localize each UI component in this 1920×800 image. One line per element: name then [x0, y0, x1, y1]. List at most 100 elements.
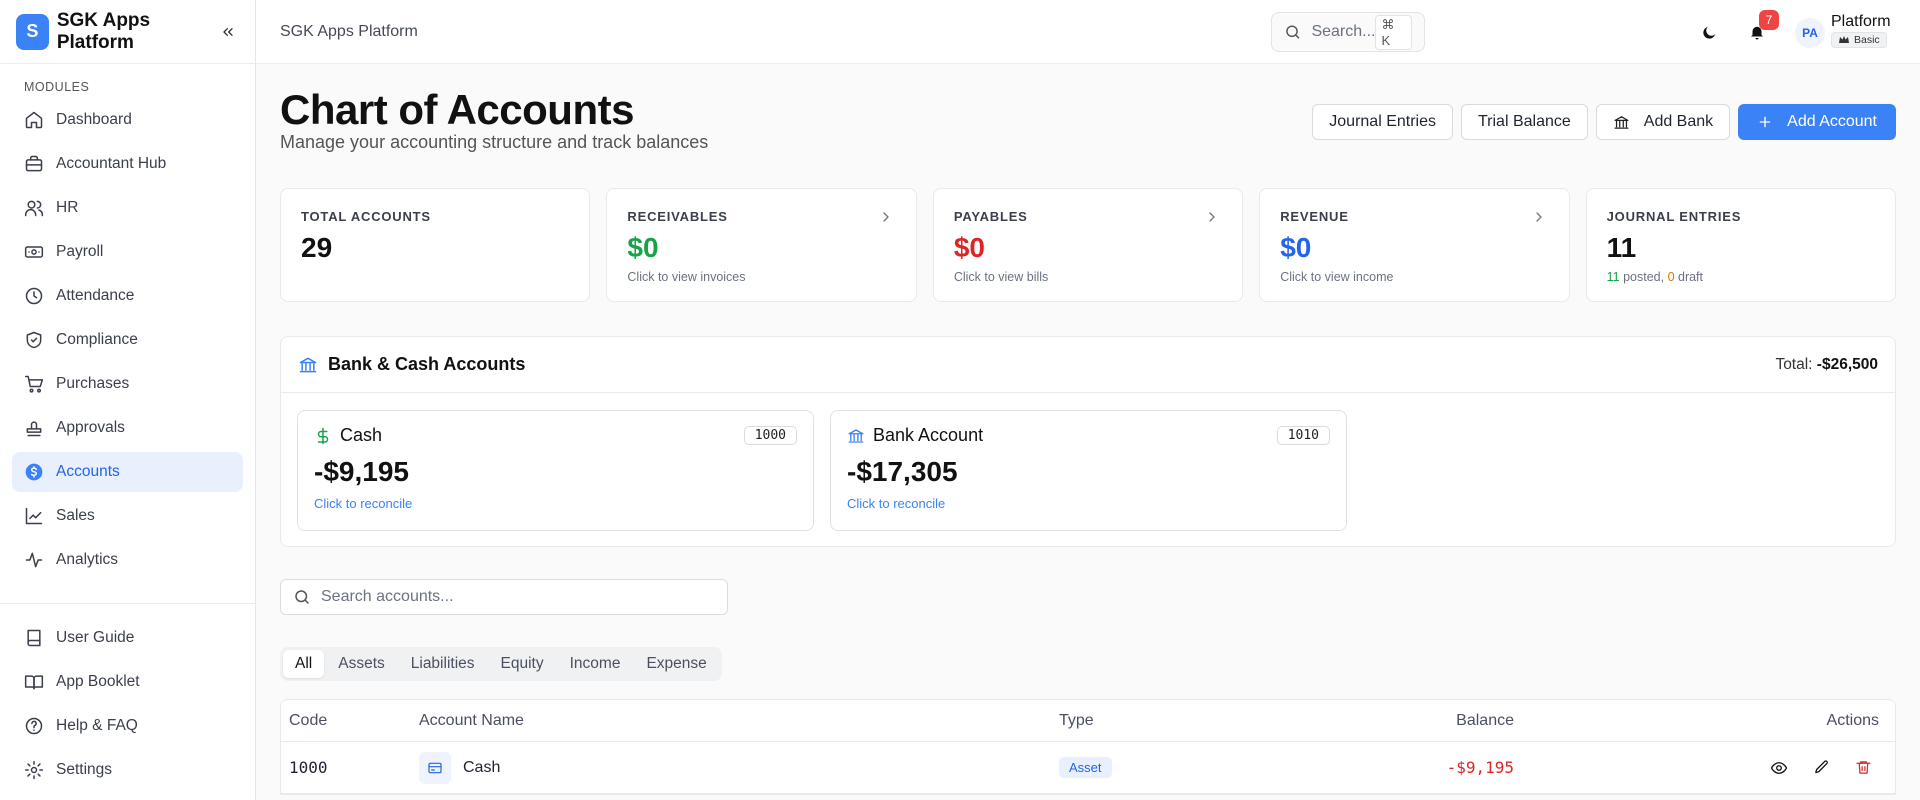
sidebar-item-app-booklet[interactable]: App Booklet [12, 662, 243, 702]
breadcrumb: SGK Apps Platform [280, 22, 418, 40]
sidebar-item-label: User Guide [56, 629, 135, 646]
bank-cash-title: Bank & Cash Accounts [328, 354, 526, 374]
gear-icon [24, 760, 44, 780]
sidebar-item-label: Attendance [56, 287, 135, 304]
reconcile-link[interactable]: Click to reconcile [847, 496, 1330, 511]
delete-button[interactable] [1847, 752, 1879, 784]
bank-total-value: -$26,500 [1816, 355, 1878, 373]
cell-balance: -$9,195 [1446, 758, 1514, 777]
column-header-code[interactable]: Code [281, 712, 419, 730]
collapse-sidebar-button[interactable] [217, 20, 239, 44]
sidebar-item-label: Dashboard [56, 111, 132, 128]
sidebar-item-label: Sales [56, 507, 95, 524]
bank-cash-panel: Bank & Cash Accounts Total: -$26,500 Cas… [280, 336, 1896, 547]
table-row[interactable]: 1000 Cash Asset -$9,195 [281, 742, 1895, 794]
sidebar-item-payroll[interactable]: Payroll [12, 232, 243, 272]
accounts-search-box [280, 579, 728, 615]
reconcile-link[interactable]: Click to reconcile [314, 496, 797, 511]
sidebar-item-settings[interactable]: Settings [12, 750, 243, 790]
tab-assets[interactable]: Assets [326, 650, 397, 678]
user-name[interactable]: Platform [1831, 13, 1891, 31]
sidebar-item-user-guide[interactable]: User Guide [12, 618, 243, 658]
stat-card-journal-entries: JOURNAL ENTRIES 11 11 posted, 0 draft [1585, 188, 1897, 302]
sidebar-item-purchases[interactable]: Purchases [12, 364, 243, 404]
sidebar-item-label: Help & FAQ [56, 717, 138, 734]
trial-balance-button[interactable]: Trial Balance [1460, 104, 1588, 140]
bank-card-header: Cash 1000 [314, 425, 797, 446]
stat-sub: Click to view income [1280, 270, 1394, 284]
trash-icon [1855, 761, 1871, 774]
stat-label: TOTAL ACCOUNTS [301, 209, 431, 224]
journal-entries-button[interactable]: Journal Entries [1312, 104, 1453, 140]
sidebar-item-help-faq[interactable]: Help & FAQ [12, 706, 243, 746]
theme-toggle-button[interactable] [1695, 18, 1723, 46]
sidebar-item-label: App Booklet [56, 673, 140, 690]
bank-icon [848, 428, 864, 443]
view-button[interactable] [1763, 752, 1795, 784]
accounts-search-input[interactable] [321, 588, 701, 606]
tab-equity[interactable]: Equity [489, 650, 556, 678]
sidebar-item-accounts[interactable]: Accounts [12, 452, 243, 492]
stat-label: RECEIVABLES [627, 209, 728, 224]
home-icon [25, 111, 43, 129]
stat-card-receivables[interactable]: RECEIVABLES $0 Click to view invoices [606, 188, 917, 302]
dollar-circle-icon [25, 463, 43, 481]
add-account-button[interactable]: Add Account [1738, 104, 1896, 140]
add-bank-button[interactable]: Add Bank [1595, 104, 1731, 140]
app-logo[interactable]: S [16, 13, 49, 50]
topbar: SGK Apps Platform [256, 0, 1920, 64]
column-header-type[interactable]: Type [1059, 712, 1269, 730]
posted-count: 11 [1606, 270, 1620, 284]
sidebar-item-analytics[interactable]: Analytics [12, 540, 243, 580]
sidebar-item-hr[interactable]: HR [12, 188, 243, 228]
stat-label: JOURNAL ENTRIES [1606, 209, 1742, 224]
sidebar-item-label: Accounts [56, 463, 120, 480]
help-circle-icon [25, 717, 43, 735]
stat-sub: Click to view invoices [627, 270, 746, 284]
book-icon [27, 629, 41, 647]
column-header-balance[interactable]: Balance [1269, 712, 1514, 730]
edit-button[interactable] [1805, 752, 1837, 784]
book-open-icon [24, 675, 44, 690]
bank-card-amount: -$9,195 [314, 456, 409, 487]
stat-card-payables[interactable]: PAYABLES $0 Click to view bills [932, 188, 1244, 302]
global-search-button[interactable]: Search... ⌘ K [1271, 12, 1425, 52]
cell-account-name: Cash [419, 751, 1059, 784]
table-header: Code Account Name Type Balance Actions [281, 700, 1895, 742]
tab-expense[interactable]: Expense [634, 650, 718, 678]
plus-icon [1759, 116, 1771, 128]
stat-value: 29 [301, 232, 333, 263]
bank-card-header: Bank Account 1010 [847, 425, 1330, 446]
column-header-name[interactable]: Account Name [419, 712, 1059, 730]
bank-card-cash[interactable]: Cash 1000 -$9,195 Click to reconcile [297, 410, 814, 531]
bank-card-bank-account[interactable]: Bank Account 1010 -$17,305 Click to reco… [830, 410, 1347, 531]
tab-liabilities[interactable]: Liabilities [399, 650, 487, 678]
tab-income[interactable]: Income [558, 650, 633, 678]
add-bank-label: Add Bank [1643, 113, 1714, 130]
account-name-text: Cash [463, 758, 501, 776]
chevrons-left-icon [223, 27, 233, 36]
stat-card-total-accounts: TOTAL ACCOUNTS 29 [280, 188, 591, 302]
sidebar-item-attendance[interactable]: Attendance [12, 276, 243, 316]
activity-icon [25, 552, 43, 568]
pencil-icon [1814, 760, 1828, 774]
sidebar-item-compliance[interactable]: Compliance [12, 320, 243, 360]
avatar[interactable]: PA [1795, 18, 1825, 48]
sidebar-item-approvals[interactable]: Approvals [12, 408, 243, 448]
sidebar-item-accountant-hub[interactable]: Accountant Hub [12, 144, 243, 184]
dollar-sign-icon [317, 427, 329, 444]
stat-sub: 11 posted, 0 draft [1607, 270, 1875, 284]
page-subtitle: Manage your accounting structure and tra… [280, 132, 709, 152]
bank-card-name: Bank Account [873, 425, 984, 445]
bank-total-label: Total: [1775, 355, 1817, 373]
bank-card-name: Cash [340, 425, 383, 445]
chevron-right-icon [1209, 212, 1216, 222]
accounts-table: Code Account Name Type Balance Actions 1… [280, 699, 1896, 795]
stat-value: $0 [953, 232, 985, 263]
sidebar-item-sales[interactable]: Sales [12, 496, 243, 536]
tab-all[interactable]: All [283, 650, 325, 678]
sidebar-item-label: Payroll [56, 243, 104, 260]
sidebar-item-dashboard[interactable]: Dashboard [12, 100, 243, 140]
account-code-pill: 1000 [743, 426, 797, 445]
stat-card-revenue[interactable]: REVENUE $0 Click to view income [1259, 188, 1570, 302]
